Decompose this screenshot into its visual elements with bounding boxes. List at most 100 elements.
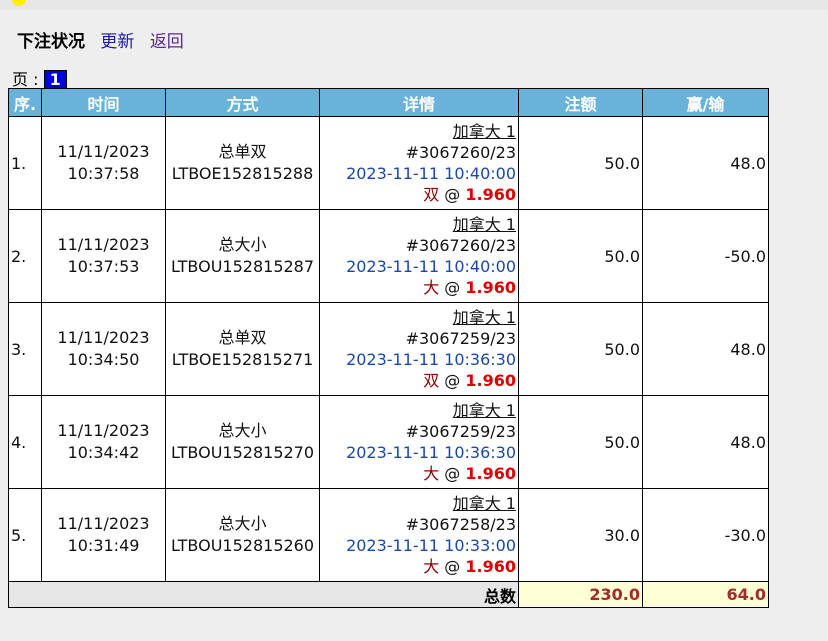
total-label: 总数 — [8, 581, 519, 608]
row-seq: 4. — [8, 395, 42, 489]
row-market-link[interactable]: 加拿大 1 — [453, 494, 516, 513]
row-date: 11/11/2023 — [57, 328, 150, 347]
bets-table: 序. 时间 方式 详情 注额 赢/输 1. 11/11/2023 10:37:58 总… — [8, 88, 769, 608]
row-time: 11/11/2023 10:31:49 — [41, 488, 166, 582]
row-clock: 10:37:58 — [67, 164, 140, 183]
col-header-stake: 注额 — [518, 88, 643, 117]
table-header-row: 序. 时间 方式 详情 注额 赢/输 — [8, 88, 769, 117]
row-selection: 大 — [423, 278, 440, 297]
row-selection: 大 — [423, 557, 440, 576]
col-header-time: 时间 — [41, 88, 166, 117]
row-draw-time: 2023-11-11 10:40:00 — [346, 257, 516, 276]
row-bet-type: 总大小 — [218, 514, 267, 533]
row-bet-code: LTBOU152815260 — [170, 536, 315, 555]
row-date: 11/11/2023 — [57, 514, 150, 533]
page-title: 下注状况 — [17, 32, 85, 52]
row-draw-no: #3067259/23 — [405, 329, 516, 348]
total-result: 64.0 — [642, 581, 769, 608]
row-draw-no: #3067260/23 — [405, 143, 516, 162]
total-stake: 230.0 — [518, 581, 643, 608]
col-header-method: 方式 — [165, 88, 320, 117]
row-detail: 加拿大 1 #3067258/23 2023-11-11 10:33:00 大 @ 1… — [319, 488, 519, 582]
row-draw-time: 2023-11-11 10:33:00 — [346, 536, 516, 555]
row-method: 总单双 LTBOE152815288 — [165, 116, 320, 210]
row-date: 11/11/2023 — [57, 142, 150, 161]
row-stake: 50.0 — [518, 209, 643, 303]
row-bet-code: LTBOU152815287 — [170, 257, 315, 276]
row-bet-type: 总大小 — [218, 421, 267, 440]
row-selection: 双 — [423, 185, 440, 204]
back-link[interactable]: 返回 — [150, 32, 184, 52]
row-detail: 加拿大 1 #3067259/23 2023-11-11 10:36:30 大 @ 1… — [319, 395, 519, 489]
row-draw-no: #3067260/23 — [405, 236, 516, 255]
col-header-seq: 序. — [8, 88, 42, 117]
row-draw-time: 2023-11-11 10:36:30 — [346, 350, 516, 369]
row-detail: 加拿大 1 #3067260/23 2023-11-11 10:40:00 双 @ 1… — [319, 116, 519, 210]
row-clock: 10:37:53 — [67, 257, 140, 276]
row-method: 总大小 LTBOU152815260 — [165, 488, 320, 582]
row-stake: 30.0 — [518, 488, 643, 582]
status-dot-icon — [12, 0, 26, 6]
row-bet-type: 总大小 — [218, 235, 267, 254]
row-clock: 10:31:49 — [67, 536, 140, 555]
table-row: 3. 11/11/2023 10:34:50 总单双 LTBOE152815271 加拿大… — [8, 302, 769, 396]
row-bet-type: 总单双 — [218, 142, 267, 161]
table-row: 4. 11/11/2023 10:34:42 总大小 LTBOU152815270 加拿大… — [8, 395, 769, 489]
row-stake: 50.0 — [518, 395, 643, 489]
row-time: 11/11/2023 10:34:50 — [41, 302, 166, 396]
pager: 页 : 1 — [12, 66, 67, 90]
row-date: 11/11/2023 — [57, 421, 150, 440]
row-time: 11/11/2023 10:34:42 — [41, 395, 166, 489]
row-odds: 1.960 — [465, 278, 516, 297]
row-result: 48.0 — [642, 116, 769, 210]
row-method: 总大小 LTBOU152815270 — [165, 395, 320, 489]
row-selection: 双 — [423, 371, 440, 390]
table-row: 5. 11/11/2023 10:31:49 总大小 LTBOU152815260 加拿大… — [8, 488, 769, 582]
row-result: 48.0 — [642, 395, 769, 489]
table-row: 2. 11/11/2023 10:37:53 总大小 LTBOU152815287 加拿大… — [8, 209, 769, 303]
row-bet-code: LTBOU152815270 — [170, 443, 315, 462]
row-seq: 1. — [8, 116, 42, 210]
row-seq: 2. — [8, 209, 42, 303]
row-clock: 10:34:50 — [67, 350, 140, 369]
row-draw-time: 2023-11-11 10:40:00 — [346, 164, 516, 183]
row-odds: 1.960 — [465, 464, 516, 483]
row-result: -50.0 — [642, 209, 769, 303]
row-draw-no: #3067259/23 — [405, 422, 516, 441]
total-row: 总数 230.0 64.0 — [8, 581, 769, 608]
refresh-link[interactable]: 更新 — [100, 32, 134, 52]
row-market-link[interactable]: 加拿大 1 — [453, 308, 516, 327]
row-stake: 50.0 — [518, 116, 643, 210]
row-date: 11/11/2023 — [57, 235, 150, 254]
row-time: 11/11/2023 10:37:53 — [41, 209, 166, 303]
row-bet-code: LTBOE152815288 — [171, 164, 314, 183]
row-result: -30.0 — [642, 488, 769, 582]
row-odds: 1.960 — [465, 557, 516, 576]
row-method: 总单双 LTBOE152815271 — [165, 302, 320, 396]
table-row: 1. 11/11/2023 10:37:58 总单双 LTBOE152815288 加拿大… — [8, 116, 769, 210]
row-bet-type: 总单双 — [218, 328, 267, 347]
row-odds: 1.960 — [465, 371, 516, 390]
page-header: 下注状况 更新 返回 — [17, 27, 184, 52]
row-draw-no: #3067258/23 — [405, 515, 516, 534]
row-result: 48.0 — [642, 302, 769, 396]
row-detail: 加拿大 1 #3067259/23 2023-11-11 10:36:30 双 @ 1… — [319, 302, 519, 396]
row-bet-code: LTBOE152815271 — [171, 350, 314, 369]
top-bar — [0, 0, 828, 10]
row-odds: 1.960 — [465, 185, 516, 204]
current-page-link[interactable]: 1 — [43, 70, 67, 90]
row-market-link[interactable]: 加拿大 1 — [453, 215, 516, 234]
row-market-link[interactable]: 加拿大 1 — [453, 122, 516, 141]
row-clock: 10:34:42 — [67, 443, 140, 462]
row-selection: 大 — [423, 464, 440, 483]
col-header-result: 赢/输 — [642, 88, 769, 117]
row-seq: 5. — [8, 488, 42, 582]
row-time: 11/11/2023 10:37:58 — [41, 116, 166, 210]
pager-label: 页 : — [12, 70, 44, 89]
row-stake: 50.0 — [518, 302, 643, 396]
row-market-link[interactable]: 加拿大 1 — [453, 401, 516, 420]
row-draw-time: 2023-11-11 10:36:30 — [346, 443, 516, 462]
row-method: 总大小 LTBOU152815287 — [165, 209, 320, 303]
row-seq: 3. — [8, 302, 42, 396]
col-header-detail: 详情 — [319, 88, 519, 117]
